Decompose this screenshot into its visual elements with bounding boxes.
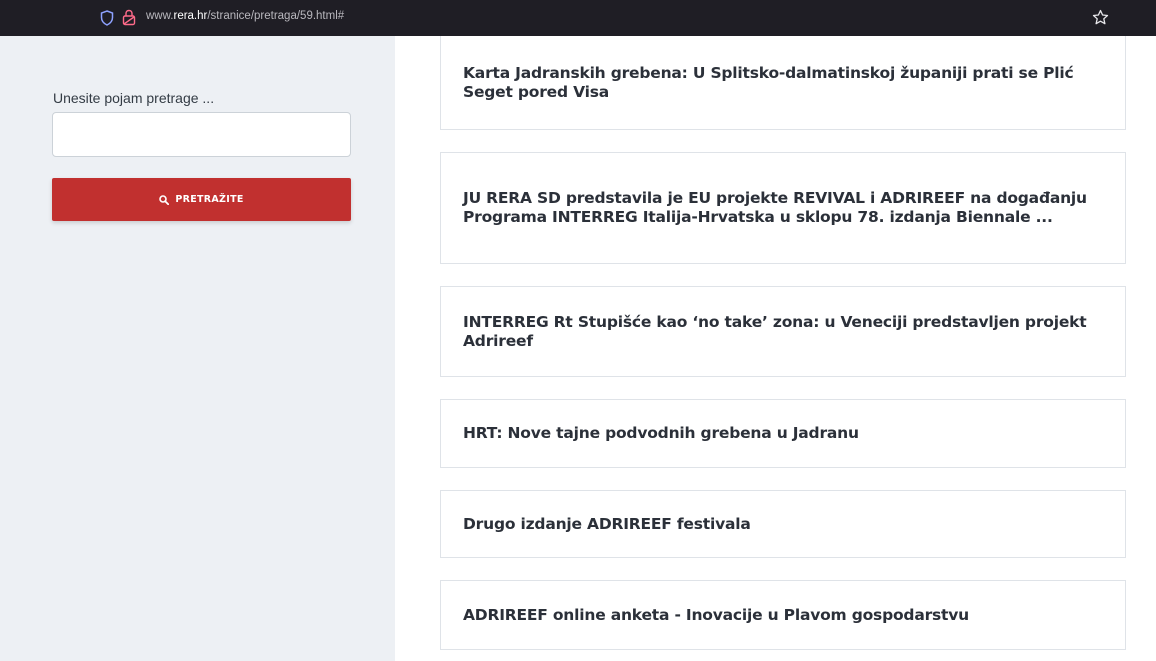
search-sidebar: Unesite pojam pretrage ... PRETRAŽITE	[0, 36, 395, 661]
result-card: JU RERA SD predstavila je EU projekte RE…	[440, 152, 1126, 264]
result-card: HRT: Nove tajne podvodnih grebena u Jadr…	[440, 399, 1126, 468]
shield-icon[interactable]	[100, 10, 114, 26]
result-link[interactable]: HRT: Nove tajne podvodnih grebena u Jadr…	[463, 424, 859, 443]
search-label: Unesite pojam pretrage ...	[53, 90, 215, 106]
bookmark-star-icon[interactable]	[1092, 9, 1109, 26]
result-card: Karta Jadranskih grebena: U Splitsko-dal…	[440, 36, 1126, 130]
url-path: /stranice/pretraga/59.html#	[207, 10, 345, 22]
url-host: rera.hr	[173, 10, 208, 22]
url-prefix: www.	[146, 10, 174, 22]
result-link[interactable]: INTERREG Rt Stupišće kao ‘no take’ zona:…	[463, 313, 1103, 351]
search-input[interactable]	[52, 112, 351, 157]
browser-url-bar: www.rera.hr/stranice/pretraga/59.html#	[0, 0, 1156, 36]
result-link[interactable]: Drugo izdanje ADRIREEF festivala	[463, 515, 751, 534]
result-link[interactable]: JU RERA SD predstavila je EU projekte RE…	[463, 189, 1103, 227]
result-link[interactable]: ADRIREEF online anketa - Inovacije u Pla…	[463, 606, 969, 625]
result-card: ADRIREEF online anketa - Inovacije u Pla…	[440, 580, 1126, 650]
result-link[interactable]: Karta Jadranskih grebena: U Splitsko-dal…	[463, 64, 1103, 102]
result-card: Drugo izdanje ADRIREEF festivala	[440, 490, 1126, 558]
search-icon	[159, 194, 170, 205]
url-address[interactable]: www.rera.hr/stranice/pretraga/59.html#	[146, 10, 344, 22]
result-card: INTERREG Rt Stupišće kao ‘no take’ zona:…	[440, 286, 1126, 377]
search-button[interactable]: PRETRAŽITE	[52, 178, 351, 221]
lock-icon[interactable]	[122, 9, 136, 26]
search-button-label: PRETRAŽITE	[175, 194, 244, 205]
